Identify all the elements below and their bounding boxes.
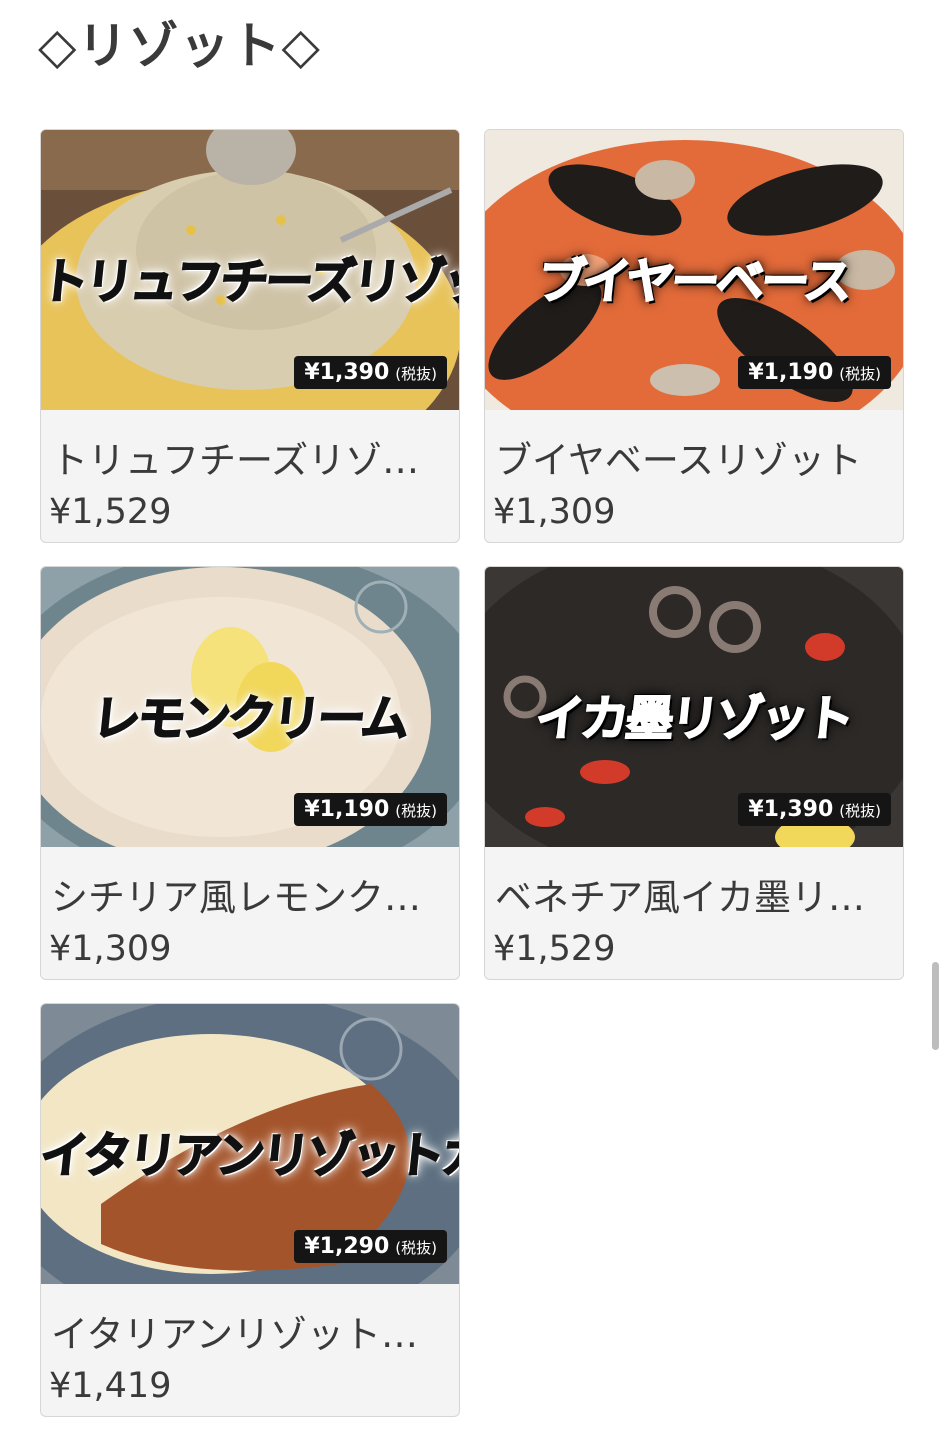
menu-item-price: ¥1,419 <box>49 1366 172 1406</box>
menu-item-price: ¥1,529 <box>49 492 172 532</box>
menu-item-photo: レモンクリーム ¥1,190 (税抜) <box>41 567 459 847</box>
menu-item-price: ¥1,529 <box>493 929 616 969</box>
menu-item-overlay-title: レモンクリーム <box>89 690 410 748</box>
menu-item-price-tag: ¥1,190 (税抜) <box>294 793 447 826</box>
menu-item-card[interactable]: ブイヤーベース ¥1,190 (税抜) ブイヤベースリゾット ¥1,309 <box>484 129 904 543</box>
menu-item-card[interactable]: イカ墨リゾット ¥1,390 (税抜) ベネチア風イカ墨リゾット ¥1,529 <box>484 566 904 980</box>
menu-item-photo: トリュフチーズリゾット ¥1,390 (税抜) <box>41 130 459 410</box>
menu-item-card[interactable]: トリュフチーズリゾット ¥1,390 (税抜) トリュフチーズリゾット ¥1,52… <box>40 129 460 543</box>
section-title: ◇リゾット◇ <box>38 17 321 75</box>
menu-item-overlay-title: イカ墨リゾット <box>532 690 855 748</box>
menu-item-photo: イタリアンリゾットカレー ¥1,290 (税抜) <box>41 1004 459 1284</box>
menu-item-price-tag: ¥1,190 (税抜) <box>738 356 891 389</box>
menu-item-price-tag: ¥1,290 (税抜) <box>294 1230 447 1263</box>
menu-item-card[interactable]: レモンクリーム ¥1,190 (税抜) シチリア風レモンクリームリゾット ¥1,3… <box>40 566 460 980</box>
price-tag-value: ¥1,190 <box>304 797 390 822</box>
menu-item-overlay-title: ブイヤーベース <box>534 253 853 311</box>
menu-item-name: ベネチア風イカ墨リゾット <box>495 876 897 919</box>
price-tag-value: ¥1,390 <box>748 797 834 822</box>
price-tag-note: (税抜) <box>395 802 437 820</box>
menu-item-price: ¥1,309 <box>493 492 616 532</box>
menu-item-overlay-title: トリュフチーズリゾット <box>41 253 459 311</box>
menu-item-price-tag: ¥1,390 (税抜) <box>294 356 447 389</box>
menu-item-photo: イカ墨リゾット ¥1,390 (税抜) <box>485 567 903 847</box>
menu-item-name: イタリアンリゾットカレー <box>51 1313 453 1356</box>
menu-item-card[interactable]: イタリアンリゾットカレー ¥1,290 (税抜) イタリアンリゾットカレー ¥1,… <box>40 1003 460 1417</box>
menu-item-name: ブイヤベースリゾット <box>495 439 863 482</box>
price-tag-value: ¥1,190 <box>748 360 834 385</box>
menu-item-photo: ブイヤーベース ¥1,190 (税抜) <box>485 130 903 410</box>
price-tag-value: ¥1,290 <box>304 1234 390 1259</box>
menu-item-price-tag: ¥1,390 (税抜) <box>738 793 891 826</box>
menu-item-overlay-title: イタリアンリゾットカレー <box>41 1127 459 1185</box>
menu-item-price: ¥1,309 <box>49 929 172 969</box>
price-tag-value: ¥1,390 <box>304 360 390 385</box>
price-tag-note: (税抜) <box>395 365 437 383</box>
price-tag-note: (税抜) <box>839 365 881 383</box>
scrollbar[interactable] <box>932 962 939 1050</box>
price-tag-note: (税抜) <box>839 802 881 820</box>
menu-item-name: シチリア風レモンクリームリゾット <box>51 876 453 919</box>
price-tag-note: (税抜) <box>395 1239 437 1257</box>
menu-item-name: トリュフチーズリゾット <box>51 439 453 482</box>
